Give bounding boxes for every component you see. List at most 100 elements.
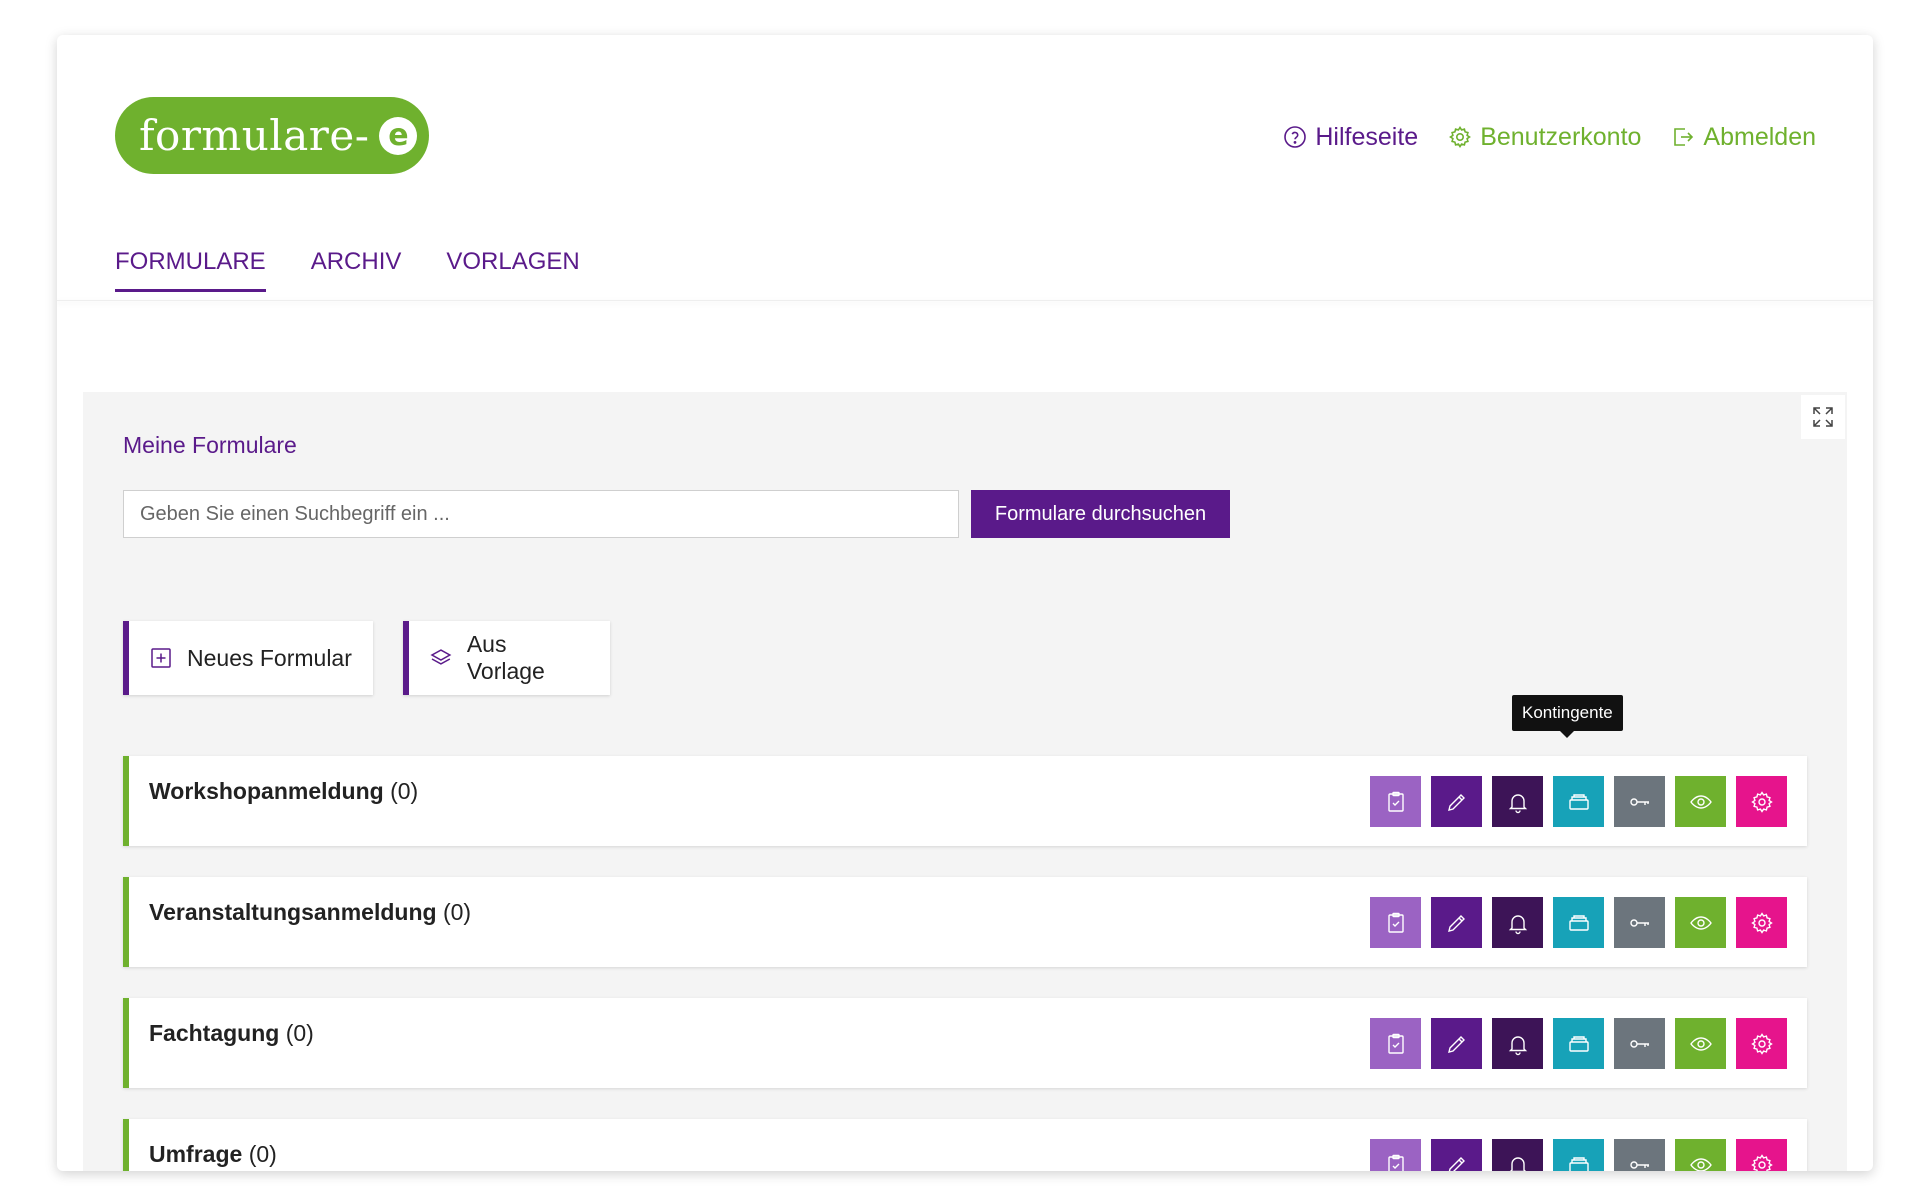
eye-icon xyxy=(1689,1157,1712,1171)
form-title[interactable]: Fachtagung (0) xyxy=(149,1020,314,1047)
notifications-button[interactable] xyxy=(1492,1018,1543,1069)
header-divider xyxy=(57,300,1873,301)
preview-button[interactable] xyxy=(1675,1139,1726,1171)
notifications-button[interactable] xyxy=(1492,897,1543,948)
settings-button[interactable] xyxy=(1736,1139,1787,1171)
edit-button[interactable] xyxy=(1431,1018,1482,1069)
main-card: formulare- e Hilfeseite Benutzerkonto Ab… xyxy=(57,35,1873,1171)
tab-formulare[interactable]: FORMULARE xyxy=(115,248,266,292)
edit-button[interactable] xyxy=(1431,776,1482,827)
search-input[interactable] xyxy=(123,490,959,538)
account-link[interactable]: Benutzerkonto xyxy=(1448,123,1641,152)
form-actions xyxy=(1370,1139,1787,1171)
pencil-icon xyxy=(1447,1035,1465,1053)
logout-link[interactable]: Abmelden xyxy=(1671,123,1816,152)
inbox-tray-icon xyxy=(1568,914,1589,931)
forms-panel: Meine Formulare Formulare durchsuchen Ne… xyxy=(83,392,1847,1171)
submissions-button[interactable] xyxy=(1370,1139,1421,1171)
form-title[interactable]: Veranstaltungsanmeldung (0) xyxy=(149,899,471,926)
form-name: Workshopanmeldung xyxy=(149,778,384,804)
fullscreen-button[interactable] xyxy=(1801,395,1845,439)
help-link[interactable]: Hilfeseite xyxy=(1283,123,1418,152)
clipboard-check-icon xyxy=(1387,1154,1404,1171)
form-title[interactable]: Umfrage (0) xyxy=(149,1141,277,1168)
new-form-button[interactable]: Neues Formular xyxy=(123,621,373,695)
gear-icon xyxy=(1750,911,1773,934)
gear-icon xyxy=(1750,790,1773,813)
question-circle-icon xyxy=(1284,126,1307,148)
preview-button[interactable] xyxy=(1675,1018,1726,1069)
quota-button[interactable] xyxy=(1553,897,1604,948)
inbox-tray-icon xyxy=(1568,1035,1589,1052)
form-name: Umfrage xyxy=(149,1141,243,1167)
logo-text: formulare- xyxy=(139,111,370,160)
pencil-icon xyxy=(1448,1156,1465,1171)
layers-icon xyxy=(430,649,452,665)
main-tabs: FORMULARE ARCHIV VORLAGEN xyxy=(115,248,580,292)
form-actions xyxy=(1370,776,1787,827)
edit-button[interactable] xyxy=(1431,1139,1482,1171)
access-button[interactable] xyxy=(1614,897,1665,948)
tab-vorlagen[interactable]: VORLAGEN xyxy=(446,248,579,292)
from-template-label: Aus Vorlage xyxy=(466,631,545,684)
tooltip-kontingente: Kontingente xyxy=(1512,695,1623,738)
form-count: (0) xyxy=(390,778,419,804)
preview-button[interactable] xyxy=(1675,776,1726,827)
expand-icon xyxy=(1813,407,1833,427)
access-button[interactable] xyxy=(1614,776,1665,827)
gear-icon xyxy=(1750,1032,1773,1055)
form-actions xyxy=(1370,897,1787,948)
pencil-icon xyxy=(1447,793,1465,811)
quota-button[interactable] xyxy=(1553,1018,1604,1069)
bell-icon xyxy=(1508,914,1527,934)
quota-button[interactable] xyxy=(1553,776,1604,827)
eye-icon xyxy=(1689,1036,1712,1051)
quota-button[interactable] xyxy=(1553,1139,1604,1171)
account-link-label: Benutzerkonto xyxy=(1480,122,1642,151)
logo-badge: e xyxy=(379,116,418,155)
from-template-button[interactable]: Aus Vorlage xyxy=(403,621,610,695)
form-row: Workshopanmeldung (0) xyxy=(123,756,1807,846)
help-link-label: Hilfeseite xyxy=(1315,122,1419,151)
key-icon xyxy=(1629,1039,1649,1048)
form-title[interactable]: Workshopanmeldung (0) xyxy=(149,778,418,805)
plus-square-icon xyxy=(151,648,171,668)
preview-button[interactable] xyxy=(1675,897,1726,948)
inbox-tray-icon xyxy=(1568,1156,1589,1171)
settings-button[interactable] xyxy=(1736,776,1787,827)
key-icon xyxy=(1629,918,1649,927)
logout-icon xyxy=(1674,128,1694,146)
form-actions xyxy=(1370,1018,1787,1069)
form-row: Fachtagung (0) xyxy=(123,998,1807,1088)
edit-button[interactable] xyxy=(1431,897,1482,948)
form-name: Fachtagung xyxy=(149,1020,280,1046)
notifications-button[interactable] xyxy=(1492,776,1543,827)
logout-link-label: Abmelden xyxy=(1703,122,1816,151)
logo[interactable]: formulare- e xyxy=(115,97,429,174)
form-row: Umfrage (0) xyxy=(123,1119,1807,1171)
inbox-tray-icon xyxy=(1568,793,1589,810)
gear-icon xyxy=(1750,1153,1773,1171)
submissions-button[interactable] xyxy=(1370,1018,1421,1069)
form-count: (0) xyxy=(442,899,472,925)
form-count: (0) xyxy=(248,1141,277,1167)
bell-icon xyxy=(1508,1035,1527,1055)
settings-button[interactable] xyxy=(1736,897,1787,948)
access-button[interactable] xyxy=(1614,1139,1665,1171)
submissions-button[interactable] xyxy=(1370,897,1421,948)
gear-icon xyxy=(1449,126,1472,148)
submissions-button[interactable] xyxy=(1370,776,1421,827)
clipboard-check-icon xyxy=(1387,912,1404,933)
search-button[interactable]: Formulare durchsuchen xyxy=(971,490,1230,538)
tab-archiv[interactable]: ARCHIV xyxy=(311,248,402,292)
bell-icon xyxy=(1509,1156,1526,1171)
form-count: (0) xyxy=(285,1020,314,1046)
clipboard-check-icon xyxy=(1387,1033,1404,1054)
new-form-label: Neues Formular xyxy=(187,644,352,671)
key-icon xyxy=(1629,797,1649,806)
settings-button[interactable] xyxy=(1736,1018,1787,1069)
clipboard-check-icon xyxy=(1387,791,1404,812)
notifications-button[interactable] xyxy=(1492,1139,1543,1171)
access-button[interactable] xyxy=(1614,1018,1665,1069)
eye-icon xyxy=(1689,794,1712,809)
